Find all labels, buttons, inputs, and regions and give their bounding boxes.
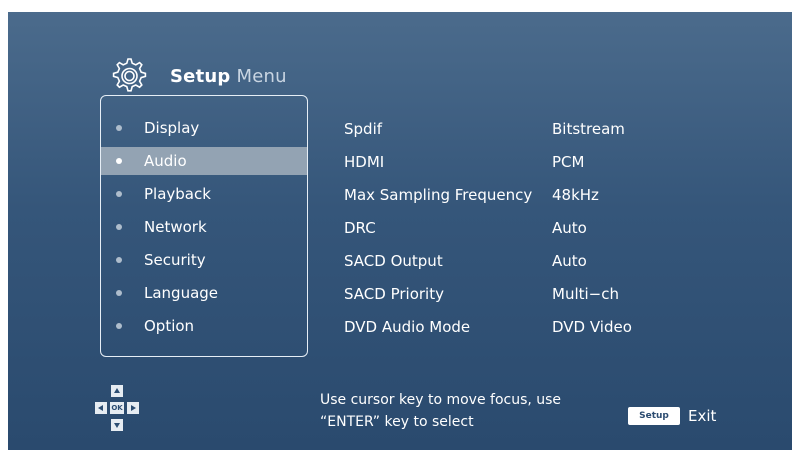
setting-value: PCM [552,153,585,171]
bullet-icon [116,257,122,263]
arrow-up-icon [111,385,123,397]
ok-key: OK [110,402,124,414]
arrow-down-icon [111,419,123,431]
arrow-right-icon [127,402,139,414]
setup-screen: Setup Menu Display Audio Playback Network… [8,12,792,450]
setting-value: Multi−ch [552,285,619,303]
setting-row-drc[interactable]: DRC Auto [344,216,674,240]
menu-item-option[interactable]: Option [101,312,307,340]
bullet-icon [116,323,122,329]
menu-item-display[interactable]: Display [101,114,307,142]
setting-row-max-sampling-frequency[interactable]: Max Sampling Frequency 48kHz [344,183,674,207]
menu-item-label: Security [144,251,206,269]
menu-item-label: Network [144,218,207,236]
hint-line-1: Use cursor key to move focus, use [320,392,562,408]
menu-item-label: Option [144,317,195,335]
menu-item-label: Language [144,284,219,302]
setting-label: DRC [344,219,376,237]
bullet-icon [116,158,122,164]
title-main: Setup [170,65,231,87]
setting-row-spdif[interactable]: Spdif Bitstream [344,117,674,141]
ok-key-label: OK [111,404,123,412]
setting-label: Spdif [344,120,383,138]
setting-value: Auto [552,252,587,270]
setting-value: DVD Video [552,318,632,336]
menu-item-label: Display [144,119,200,137]
menu-item-label: Playback [144,185,211,203]
setting-label: SACD Output [344,252,443,270]
setting-row-sacd-output[interactable]: SACD Output Auto [344,249,674,273]
setting-row-hdmi[interactable]: HDMI PCM [344,150,674,174]
setting-value: 48kHz [552,186,599,204]
menu-item-audio[interactable]: Audio [101,147,307,175]
bullet-icon [116,191,122,197]
setting-value: Auto [552,219,587,237]
title-sub: Menu [236,65,287,87]
setting-row-dvd-audio-mode[interactable]: DVD Audio Mode DVD Video [344,315,674,339]
setting-label: DVD Audio Mode [344,318,471,336]
menu-item-language[interactable]: Language [101,279,307,307]
setting-label: SACD Priority [344,285,444,303]
menu-item-playback[interactable]: Playback [101,180,307,208]
setting-label: Max Sampling Frequency [344,186,533,204]
page-title: Setup Menu [170,66,287,87]
bullet-icon [116,125,122,131]
navigation-pad: OK [92,385,144,435]
hint-line-2: “ENTER” key to select [320,414,474,430]
menu-item-label: Audio [144,152,187,170]
setup-key-label: Setup [639,411,669,421]
bullet-icon [116,290,122,296]
bullet-icon [116,224,122,230]
gear-icon [112,58,147,92]
help-hint: Use cursor key to move focus, use “ENTER… [320,389,561,433]
arrow-left-icon [95,402,107,414]
setup-key-badge[interactable]: Setup [628,407,680,425]
setting-value: Bitstream [552,120,625,138]
menu-item-network[interactable]: Network [101,213,307,241]
menu-item-security[interactable]: Security [101,246,307,274]
category-menu: Display Audio Playback Network Security … [100,95,308,357]
header: Setup Menu [106,54,287,98]
exit-label: Exit [688,407,717,425]
setting-row-sacd-priority[interactable]: SACD Priority Multi−ch [344,282,674,306]
setting-label: HDMI [344,153,385,171]
